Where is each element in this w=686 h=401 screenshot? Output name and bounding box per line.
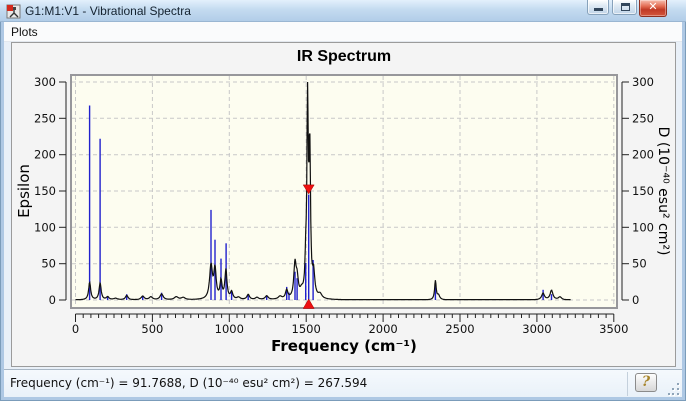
svg-text:250: 250 (632, 111, 654, 125)
frequency-axis-label: Frequency (cm⁻¹) (271, 337, 417, 355)
epsilon-axis-label: Epsilon (15, 164, 33, 218)
svg-text:0: 0 (72, 322, 79, 336)
svg-text:250: 250 (34, 111, 56, 125)
svg-text:500: 500 (141, 322, 163, 336)
help-icon: ? (641, 374, 651, 390)
svg-text:2000: 2000 (368, 322, 397, 336)
status-text: Frequency (cm⁻¹) = 91.7688, D (10⁻⁴⁰ esu… (10, 376, 368, 390)
d-axis-label: D (10⁻⁴⁰ esu² cm²) (655, 126, 671, 256)
x-axis: 0 500 1000 1500 2000 2500 3000 3500 (72, 313, 628, 336)
svg-text:100: 100 (34, 220, 56, 234)
svg-text:3000: 3000 (522, 322, 551, 336)
svg-text:200: 200 (34, 148, 56, 162)
y-axis-right: 0 50 100 150 200 250 300 (621, 75, 654, 307)
svg-text:100: 100 (632, 220, 654, 234)
status-separator (627, 372, 628, 396)
svg-text:50: 50 (632, 257, 647, 271)
svg-text:50: 50 (41, 257, 56, 271)
svg-text:1000: 1000 (215, 322, 244, 336)
resize-grip[interactable] (668, 383, 681, 396)
window: G1:M1:V1 - Vibrational Spectra ✕ Plots 0… (0, 0, 686, 401)
help-button[interactable]: ? (635, 373, 657, 392)
svg-text:300: 300 (632, 75, 654, 89)
svg-text:0: 0 (49, 293, 56, 307)
svg-text:3500: 3500 (599, 322, 628, 336)
svg-text:2500: 2500 (445, 322, 474, 336)
svg-text:150: 150 (632, 184, 654, 198)
svg-text:1500: 1500 (292, 322, 321, 336)
svg-text:200: 200 (632, 148, 654, 162)
svg-text:0: 0 (632, 293, 639, 307)
svg-text:150: 150 (34, 184, 56, 198)
svg-text:300: 300 (34, 75, 56, 89)
y-axis-left: 0 50 100 150 200 250 300 (34, 75, 67, 307)
chart-title: IR Spectrum (296, 48, 392, 65)
status-bar: Frequency (cm⁻¹) = 91.7688, D (10⁻⁴⁰ esu… (4, 369, 682, 397)
